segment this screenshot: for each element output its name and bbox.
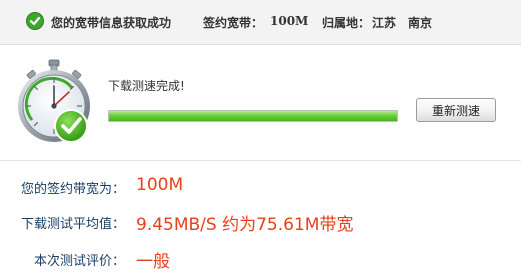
success-message: 您的宽带信息获取成功 xyxy=(51,16,172,30)
download-progress-bar xyxy=(108,110,398,122)
retest-button[interactable]: 重新测速 xyxy=(416,98,496,122)
average-speed-value: 9.45MB/S 约为75.61M带宽 xyxy=(136,215,354,235)
average-speed-label: 下载测试平均值： xyxy=(20,217,125,232)
contract-bandwidth-label: 您的签约带宽为： xyxy=(20,182,125,197)
stopwatch-check-icon xyxy=(18,59,90,143)
test-rating-label: 本次测试评价： xyxy=(33,254,125,269)
header-bar: 您的宽带信息获取成功 签约宽带： 100M 归属地： 江苏 南京 xyxy=(0,0,521,45)
test-status: 下载测速完成! xyxy=(108,79,185,93)
download-progress-fill xyxy=(109,111,397,121)
location-province: 江苏 xyxy=(372,16,397,30)
check-circle-icon xyxy=(26,12,44,30)
location-label: 归属地： xyxy=(322,16,371,30)
contract-bandwidth-value: 100M xyxy=(136,175,184,195)
section-divider xyxy=(0,160,521,161)
test-rating-value: 一般 xyxy=(136,252,170,272)
location-city: 南京 xyxy=(408,16,433,30)
bandwidth-label: 签约宽带： xyxy=(203,16,264,30)
bandwidth-value: 100M xyxy=(270,14,309,28)
